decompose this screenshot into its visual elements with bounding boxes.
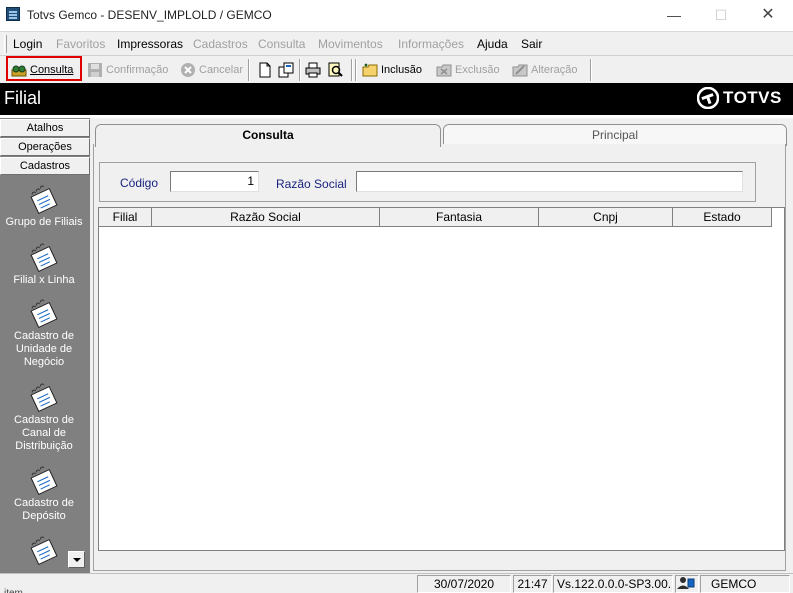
sidebar-tab-operacoes[interactable]: Operações [0, 138, 90, 156]
totvs-logo-text: TOTVS [723, 88, 782, 107]
menu-bar: Login Favoritos Impressoras Cadastros Co… [0, 31, 793, 55]
menu-ajuda[interactable]: Ajuda [477, 37, 508, 51]
notepad-icon [30, 383, 58, 412]
print-preview-button[interactable] [327, 59, 346, 81]
notepad-icon [30, 243, 58, 272]
sidebar-scroll-down-button[interactable] [68, 551, 85, 568]
toolbar-separator [248, 59, 250, 81]
add-folder-icon [362, 62, 378, 78]
alteracao-label: Alteração [531, 64, 578, 76]
notepad-icon [30, 185, 58, 214]
sidebar-item-label: Cadastro de Canal de Distribuição [14, 414, 74, 452]
inclusao-label: Inclusão [381, 64, 422, 76]
save-icon [87, 62, 103, 78]
sidebar-item-unidade-de-negocio[interactable]: Cadastro de Unidade de Negócio [0, 298, 88, 369]
sidebar-tab-cadastros[interactable]: Cadastros [0, 157, 90, 175]
page-title: Filial [4, 88, 42, 108]
app-icon [6, 7, 20, 21]
window-title: Totvs Gemco - DESENV_IMPLOLD / GEMCO [27, 8, 272, 22]
copy-document-icon [278, 62, 294, 78]
codigo-label: Código [120, 176, 159, 190]
menu-impressoras[interactable]: Impressoras [117, 37, 183, 51]
menu-favoritos[interactable]: Favoritos [56, 37, 105, 51]
inclusao-button[interactable]: Inclusão [362, 59, 422, 81]
sidebar-item-label: Grupo de Filiais [5, 216, 83, 228]
close-button[interactable]: ✕ [745, 0, 791, 30]
menu-movimentos[interactable]: Movimentos [318, 37, 383, 51]
title-bar: Totvs Gemco - DESENV_IMPLOLD / GEMCO — ☐… [0, 0, 793, 30]
sidebar-item-label: Filial x Linha [13, 274, 75, 286]
razao-social-label: Razão Social [276, 177, 347, 191]
exclusao-label: Exclusão [455, 64, 500, 76]
confirmacao-label: Confirmação [106, 64, 169, 76]
menu-sair[interactable]: Sair [521, 37, 542, 51]
sidebar-item-grupo-de-filiais[interactable]: Grupo de Filiais [0, 184, 88, 229]
sidebar-item-label: Cadastro de Unidade de Negócio [14, 330, 74, 368]
toolbar-separator [351, 59, 353, 81]
sidebar: Atalhos Operações Cadastros Grupo de Fil… [0, 118, 90, 573]
status-clipped-text: item [4, 588, 23, 593]
tab-principal[interactable]: Principal [443, 124, 787, 146]
new-document-button[interactable] [257, 59, 276, 81]
edit-folder-icon [512, 62, 528, 78]
codigo-input[interactable]: 1 [170, 171, 259, 192]
sidebar-item-filial-x-linha[interactable]: Filial x Linha [0, 242, 88, 287]
column-header-cnpj[interactable]: Cnpj [539, 208, 673, 227]
consulta-highlight-box [6, 56, 82, 81]
exclusao-button[interactable]: Exclusão [436, 59, 500, 81]
tab-consulta[interactable]: Consulta [95, 124, 441, 147]
sidebar-tab-atalhos[interactable]: Atalhos [0, 119, 90, 137]
maximize-button[interactable]: ☐ [698, 0, 744, 30]
notepad-icon [30, 536, 58, 565]
printer-icon [305, 62, 321, 78]
page-header: Filial TOTVS [0, 83, 793, 115]
new-document-icon [257, 62, 273, 78]
minimize-button[interactable]: — [651, 0, 697, 30]
status-version: Vs.122.0.0.0-SP3.00.17 [553, 575, 673, 593]
menu-consulta[interactable]: Consulta [258, 37, 305, 51]
alteracao-button[interactable]: Alteração [512, 59, 577, 81]
notepad-icon [30, 299, 58, 328]
sidebar-item-label: Cadastro de Depósito [14, 497, 74, 522]
confirmacao-button[interactable]: Confirmação [87, 59, 168, 81]
cancelar-label: Cancelar [199, 64, 244, 76]
menu-login[interactable]: Login [13, 37, 42, 51]
results-grid[interactable]: Filial Razão Social Fantasia Cnpj Estado [98, 207, 785, 551]
sidebar-item-canal-de-distribuicao[interactable]: Cadastro de Canal de Distribuição [0, 382, 88, 453]
grid-header: Filial Razão Social Fantasia Cnpj Estado [99, 208, 772, 227]
menu-cadastros[interactable]: Cadastros [193, 37, 248, 51]
menu-informacoes[interactable]: Informações [398, 37, 464, 51]
menu-grip [4, 35, 7, 53]
column-header-estado[interactable]: Estado [673, 208, 772, 227]
razao-social-input[interactable] [356, 171, 743, 192]
delete-folder-icon [436, 62, 452, 78]
status-date: 30/07/2020 [417, 575, 511, 593]
status-user: GEMCO [700, 575, 790, 593]
toolbar-separator [355, 59, 357, 81]
status-time: 21:47 [513, 575, 552, 593]
print-button[interactable] [305, 59, 324, 81]
totvs-logo: TOTVS [697, 87, 782, 109]
totvs-logo-icon [697, 87, 719, 109]
toolbar-separator [299, 59, 301, 81]
print-preview-icon [327, 62, 343, 78]
column-header-fantasia[interactable]: Fantasia [380, 208, 539, 227]
status-bar: item 30/07/2020 21:47 Vs.122.0.0.0-SP3.0… [0, 573, 793, 593]
toolbar: Consulta Confirmação Cancelar Inclusão E… [0, 55, 793, 83]
cancelar-button[interactable]: Cancelar [180, 59, 243, 81]
column-header-filial[interactable]: Filial [99, 208, 152, 227]
user-icon [677, 577, 695, 589]
user-icon-cell [675, 575, 699, 593]
column-header-razao-social[interactable]: Razão Social [152, 208, 380, 227]
cancel-icon [180, 62, 196, 78]
toolbar-separator [590, 59, 592, 81]
copy-document-button[interactable] [278, 59, 297, 81]
notepad-icon [30, 466, 58, 495]
sidebar-item-deposito[interactable]: Cadastro de Depósito [0, 465, 88, 523]
